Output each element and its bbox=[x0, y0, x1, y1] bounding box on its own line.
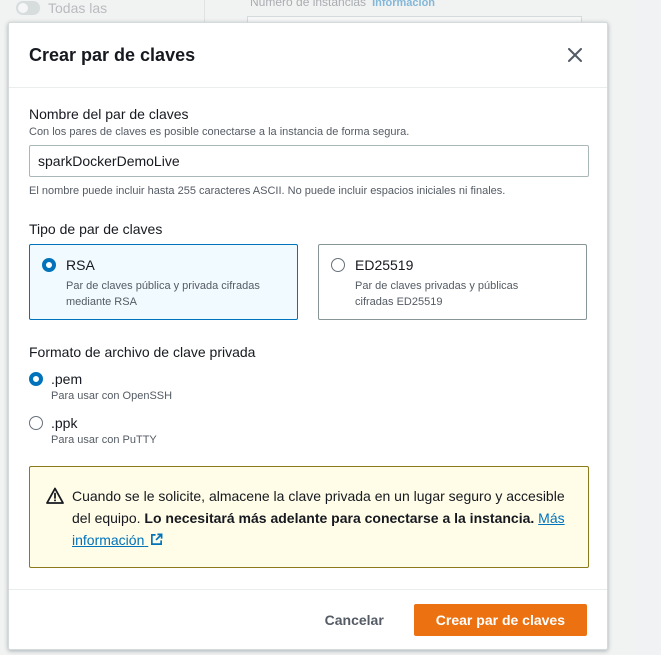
alert-bold-text: Lo necesitará más adelante para conectar… bbox=[144, 510, 535, 526]
ed25519-description: Par de claves privadas y públicas cifrad… bbox=[355, 278, 518, 310]
format-pem-option[interactable]: .pem Para usar con OpenSSH bbox=[29, 371, 587, 402]
modal-title: Crear par de claves bbox=[29, 44, 196, 65]
ppk-label: .ppk bbox=[51, 415, 78, 431]
create-key-pair-modal: Crear par de claves Nombre del par de cl… bbox=[8, 22, 608, 650]
key-type-section: Tipo de par de claves RSA Par de claves … bbox=[29, 221, 587, 320]
modal-body: Nombre del par de claves Con los pares d… bbox=[9, 88, 607, 568]
close-icon bbox=[568, 48, 582, 62]
warning-alert-wrapper: Cuando se le solicite, almacene la clave… bbox=[29, 466, 589, 568]
modal-header: Crear par de claves bbox=[9, 23, 607, 88]
pem-description: Para usar con OpenSSH bbox=[51, 390, 173, 402]
rsa-radio[interactable] bbox=[42, 258, 56, 272]
key-pair-name-hint: El nombre puede incluir hasta 255 caract… bbox=[29, 185, 506, 197]
rsa-description-line2: mediante RSA bbox=[66, 296, 137, 308]
key-type-tiles: RSA Par de claves pública y privada cifr… bbox=[29, 244, 587, 320]
ed25519-description-line1: Par de claves privadas y públicas bbox=[355, 280, 519, 292]
key-pair-name-label: Nombre del par de claves bbox=[29, 106, 189, 122]
pem-radio[interactable] bbox=[29, 372, 43, 386]
ppk-radio[interactable] bbox=[29, 416, 43, 430]
rsa-title: RSA bbox=[66, 257, 95, 273]
key-pair-name-value: sparkDockerDemoLive bbox=[38, 153, 180, 169]
ppk-description: Para usar con PuTTY bbox=[51, 434, 157, 446]
ed25519-title: ED25519 bbox=[355, 257, 414, 273]
format-ppk-option[interactable]: .ppk Para usar con PuTTY bbox=[29, 415, 587, 446]
modal-footer: Cancelar Crear par de claves bbox=[9, 589, 607, 649]
key-type-label: Tipo de par de claves bbox=[29, 221, 163, 237]
rsa-description: Par de claves pública y privada cifradas… bbox=[66, 278, 260, 310]
pem-label: .pem bbox=[51, 371, 83, 387]
warning-icon bbox=[46, 487, 64, 504]
ed25519-radio[interactable] bbox=[331, 258, 345, 272]
create-key-pair-button[interactable]: Crear par de claves bbox=[413, 603, 587, 636]
key-type-ed25519-tile[interactable]: ED25519 Par de claves privadas y pública… bbox=[318, 244, 587, 320]
rsa-description-line1: Par de claves pública y privada cifradas bbox=[66, 280, 260, 292]
key-type-rsa-tile[interactable]: RSA Par de claves pública y privada cifr… bbox=[29, 244, 298, 320]
warning-alert: Cuando se le solicite, almacene la clave… bbox=[29, 466, 589, 568]
file-format-section: Formato de archivo de clave privada .pem… bbox=[29, 344, 587, 446]
key-pair-name-description: Con los pares de claves es posible conec… bbox=[29, 126, 410, 138]
warning-alert-text: Cuando se le solicite, almacene la clave… bbox=[72, 485, 572, 567]
key-pair-name-section: Nombre del par de claves Con los pares d… bbox=[29, 106, 589, 197]
close-button[interactable] bbox=[563, 43, 587, 67]
cancel-button[interactable]: Cancelar bbox=[313, 604, 396, 636]
key-pair-name-input[interactable]: sparkDockerDemoLive bbox=[29, 145, 589, 177]
external-link-icon bbox=[151, 533, 163, 545]
file-format-label: Formato de archivo de clave privada bbox=[29, 344, 256, 360]
ed25519-description-line2: cifradas ED25519 bbox=[355, 296, 443, 308]
